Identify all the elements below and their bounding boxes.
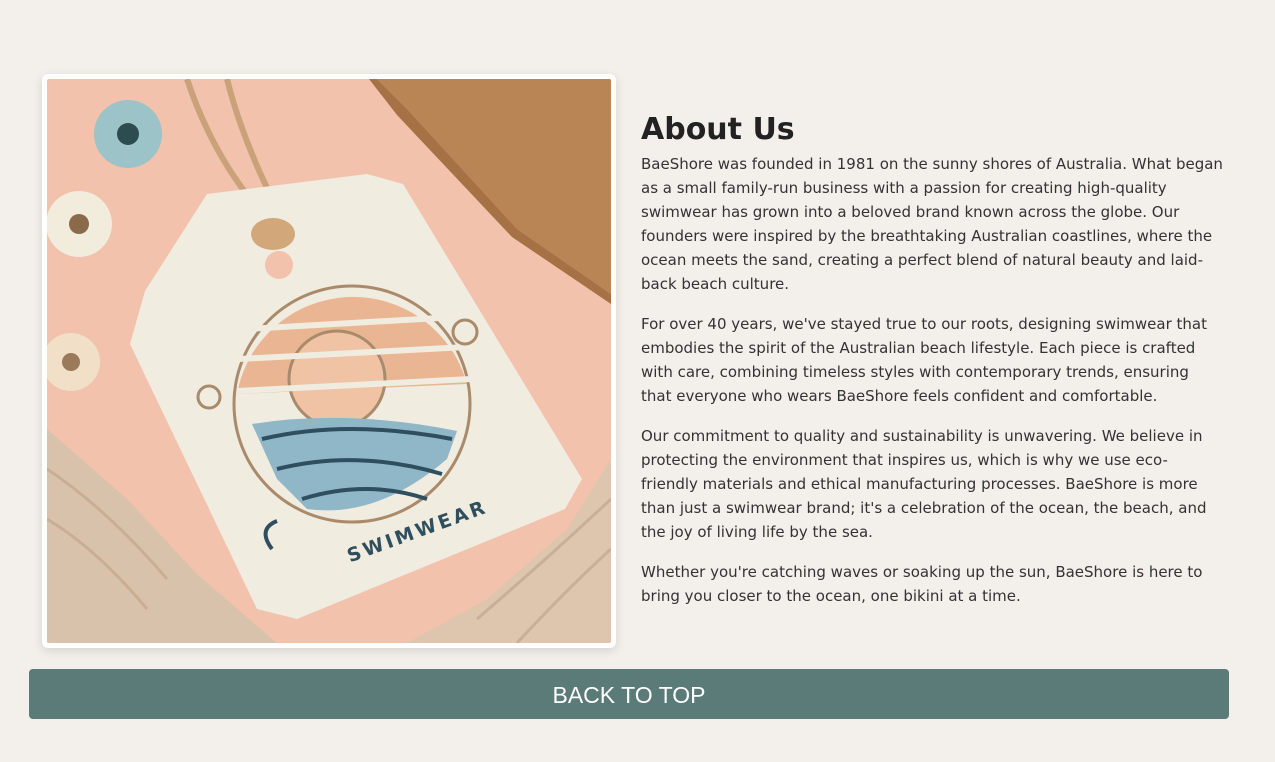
about-page: SWIMWEAR About Us BaeShore was founded i… bbox=[0, 0, 1275, 762]
about-image-frame: SWIMWEAR bbox=[42, 74, 616, 648]
about-paragraph-1: BaeShore was founded in 1981 on the sunn… bbox=[641, 155, 1223, 293]
about-section: About Us BaeShore was founded in 1981 on… bbox=[641, 112, 1223, 624]
swimwear-tag-photo: SWIMWEAR bbox=[47, 79, 611, 643]
about-heading: About Us bbox=[641, 112, 795, 147]
back-to-top-button[interactable]: BACK TO TOP bbox=[29, 669, 1229, 719]
about-paragraph-2: For over 40 years, we've stayed true to … bbox=[641, 315, 1207, 405]
about-paragraph-3: Our commitment to quality and sustainabi… bbox=[641, 427, 1207, 541]
about-paragraph-4: Whether you're catching waves or soaking… bbox=[641, 563, 1203, 605]
